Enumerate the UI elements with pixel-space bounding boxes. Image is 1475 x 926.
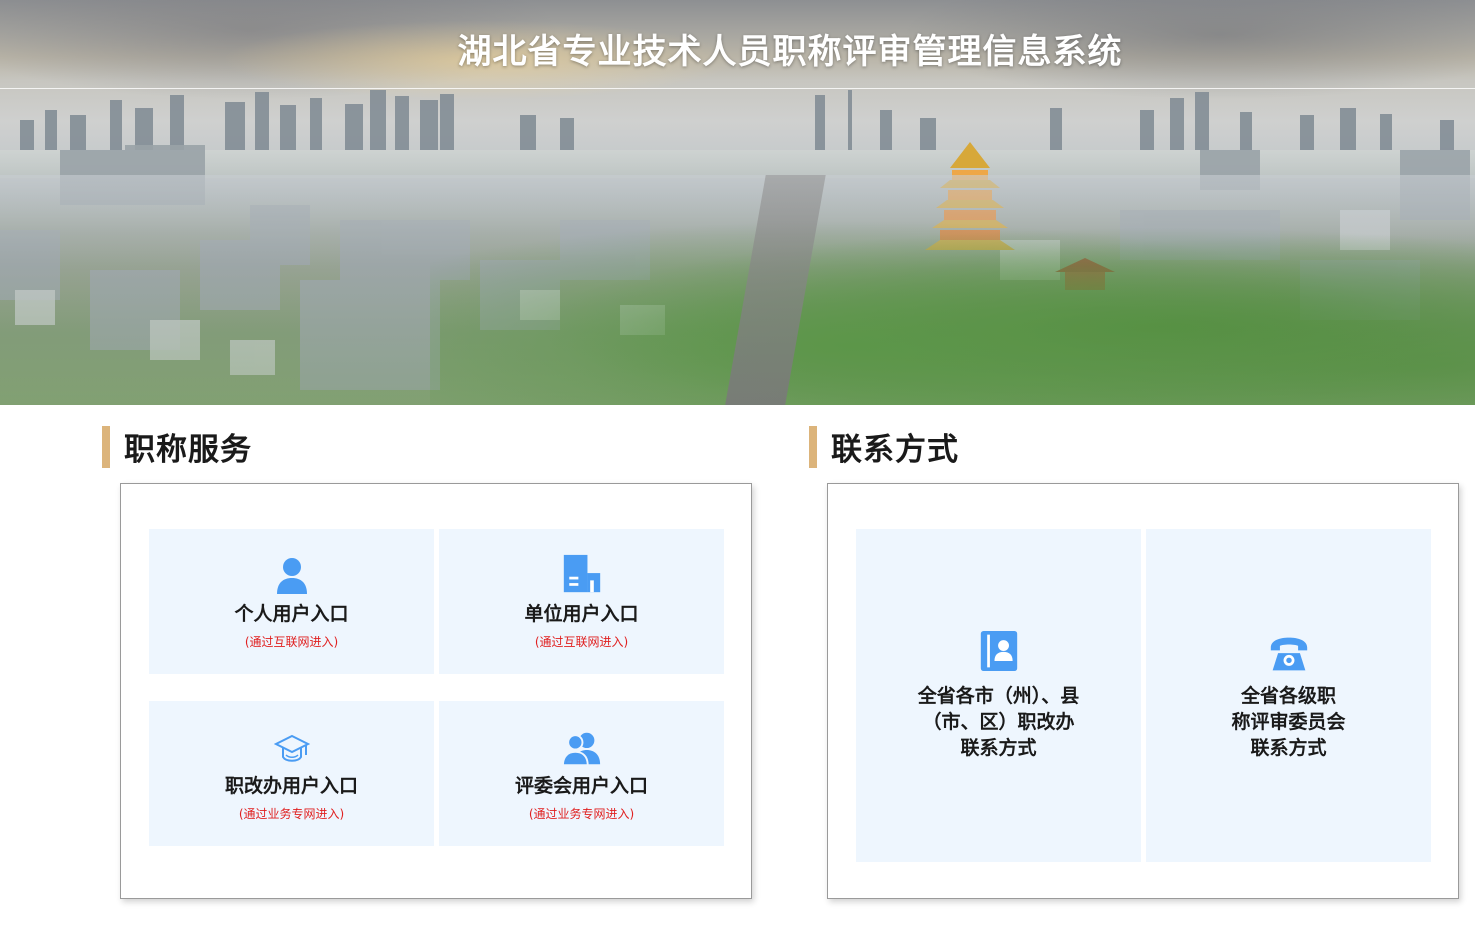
services-panel: 个人用户入口 (通过互联网进入) 单位用户入口 (通过互联网进入) 职改办用户入…	[120, 483, 752, 899]
personal-user-entry-button[interactable]: 个人用户入口 (通过互联网进入)	[149, 529, 434, 674]
committee-user-entry-button[interactable]: 评委会用户入口 (通过业务专网进入)	[439, 701, 724, 846]
tile-title: 评委会用户入口	[514, 775, 648, 797]
review-committee-contact-button[interactable]: 全省各级职 称评审委员会 联系方式	[1146, 529, 1431, 862]
tile-title: 单位用户入口	[524, 603, 639, 625]
page-title: 湖北省专业技术人员职称评审管理信息系统	[457, 32, 1123, 72]
tile-title: 职改办用户入口	[224, 775, 358, 797]
title-underline	[0, 88, 1475, 89]
tile-title-line: 全省各级职	[1240, 684, 1336, 707]
person-icon	[272, 553, 312, 595]
tile-title: 个人用户入口	[234, 603, 349, 625]
tile-subtitle: (通过互联网进入)	[534, 635, 629, 649]
services-heading: 职称服务	[124, 432, 252, 468]
tile-title-line: 联系方式	[1250, 736, 1327, 759]
tile-subtitle: (通过业务专网进入)	[238, 807, 345, 821]
tile-title: 全省各市（州）、县 （市、区）职改办 联系方式	[918, 683, 1080, 761]
contact-book-icon	[979, 630, 1019, 673]
graduation-cap-icon	[272, 725, 312, 767]
contact-heading: 联系方式	[831, 432, 959, 468]
tile-subtitle: (通过互联网进入)	[244, 635, 339, 649]
header-banner: 湖北省专业技术人员职称评审管理信息系统	[0, 0, 1475, 405]
tile-title-line: （市、区）职改办	[922, 710, 1075, 733]
unit-user-entry-button[interactable]: 单位用户入口 (通过互联网进入)	[439, 529, 724, 674]
telephone-icon	[1269, 631, 1309, 673]
accent-bar	[809, 425, 817, 468]
tile-title-line: 联系方式	[960, 736, 1037, 759]
tile-title-line: 称评审委员会	[1231, 710, 1346, 733]
tile-title: 全省各级职 称评审委员会 联系方式	[1231, 683, 1345, 761]
tile-subtitle: (通过业务专网进入)	[528, 807, 635, 821]
contact-panel: 全省各市（州）、县 （市、区）职改办 联系方式 全省各级职 称评审委员会 联系方…	[827, 483, 1459, 899]
city-title-office-contact-button[interactable]: 全省各市（州）、县 （市、区）职改办 联系方式	[856, 529, 1141, 862]
banner-trees	[430, 210, 1475, 405]
tile-title-line: 全省各市（州）、县	[917, 684, 1080, 707]
contact-section-header: 联系方式	[809, 424, 959, 469]
building-icon	[562, 553, 602, 595]
accent-bar	[102, 425, 110, 468]
group-icon	[561, 725, 602, 767]
services-section-header: 职称服务	[102, 424, 252, 469]
title-office-user-entry-button[interactable]: 职改办用户入口 (通过业务专网进入)	[149, 701, 434, 846]
